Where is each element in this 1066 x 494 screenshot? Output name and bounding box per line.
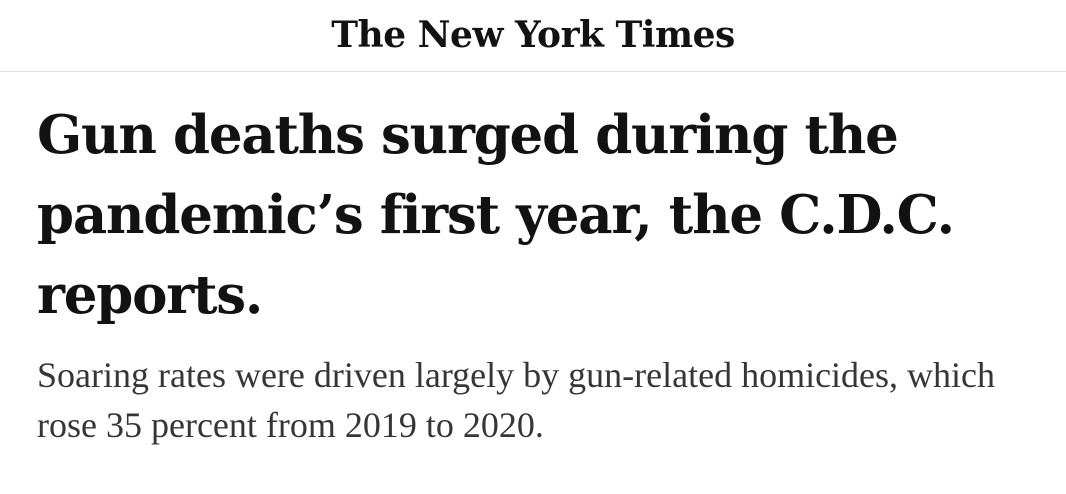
- nyt-logo[interactable]: The New York Times: [0, 12, 1066, 58]
- article-summary: Soaring rates were driven largely by gun…: [37, 355, 996, 445]
- masthead: The New York Times: [0, 0, 1066, 72]
- article-headline: Gun deaths surged during the pandemic’s …: [37, 104, 955, 326]
